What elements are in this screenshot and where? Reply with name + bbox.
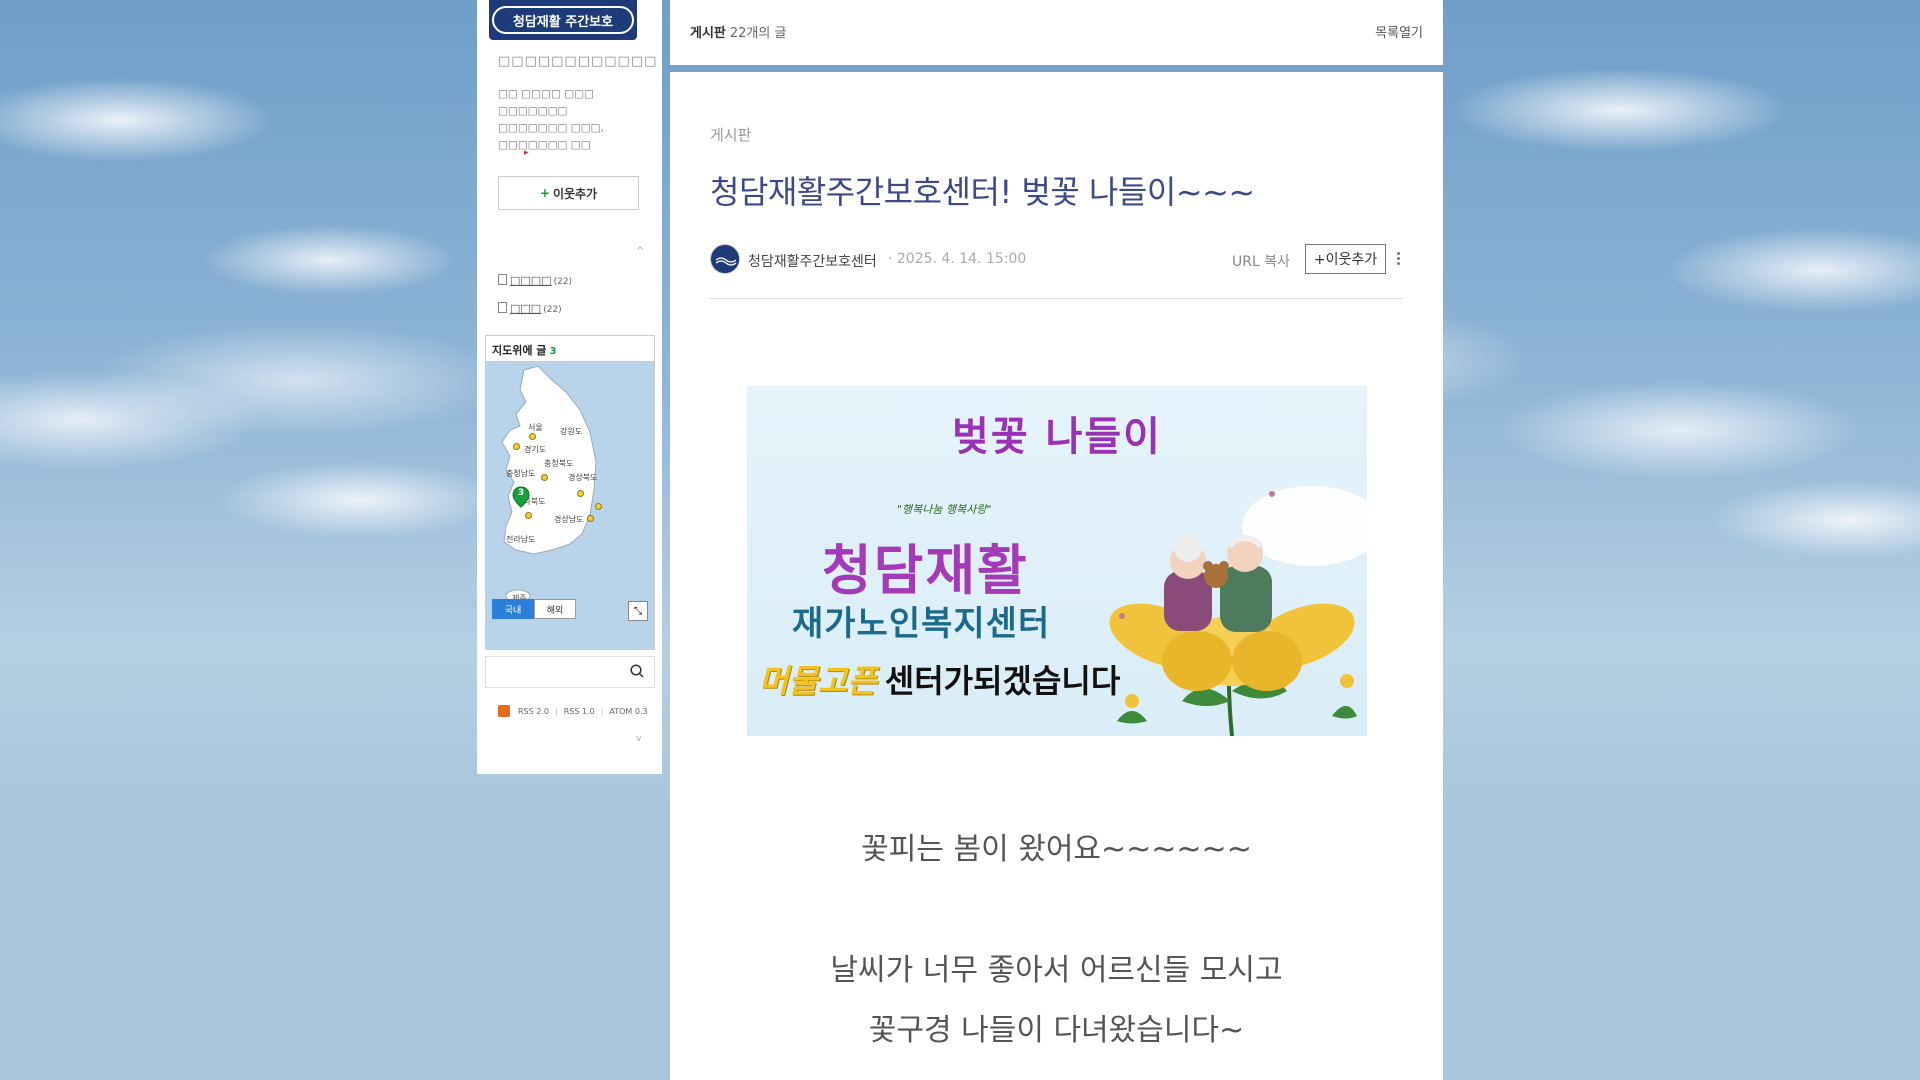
map-label: 경상남도 [554,515,584,524]
post-banner-image: 벚꽃 나들이 "행복나눔 행복사랑" 청담재활 재가노인복지센터 머물고픈 센터가… [747,386,1367,736]
map-label: 경상북도 [568,473,598,482]
category-label: □□□ [510,302,542,315]
blog-title: □□□□□□□□□□□□ [498,54,658,69]
rss1-link[interactable]: RSS 1.0 [564,707,595,716]
doc-icon [498,302,507,313]
rss-links: RSS 2.0 | RSS 1.0 | ATOM 0.3 [498,705,648,717]
board-name[interactable]: 게시판 [690,26,726,41]
post-count: 22개의 글 [729,26,787,41]
banner-tagline: 머물고픈 센터가되겠습니다 [759,656,1120,702]
map-label: 강원도 [560,427,583,436]
atom-link[interactable]: ATOM 0.3 [609,707,647,716]
map-label: 충청남도 [506,469,536,478]
divider [710,298,1403,299]
map-title-text: 지도위에 글 [492,344,547,357]
rss2-link[interactable]: RSS 2.0 [518,707,549,716]
banner-highlight: 머물고픈 [759,662,877,700]
map-label: 충청북도 [544,459,574,468]
post-paragraph: 꽃구경 나들이 다녀왔습니다~ [868,1013,1245,1048]
board-info: 게시판 22개의 글 [690,22,786,41]
blog-logo[interactable]: 청담재활 주간보호 [489,0,637,40]
map-widget: 지도위에 글3 서울 강원도 경기도 충청북도 충청남도 경상북도 전라북도 경… [485,335,655,650]
post-title: 청담재활주간보호센터! 벚꽃 나들이~~~ [710,173,1255,211]
map-label: 전라남도 [506,535,536,544]
blog-search-input[interactable] [485,656,655,688]
tab-overseas[interactable]: 해외 [534,599,576,619]
url-copy-button[interactable]: URL 복사 [1232,251,1290,271]
avatar-logo-icon [712,246,739,273]
banner-subtitle: 재가노인복지센터 [792,604,1051,644]
post-category[interactable]: 게시판 [710,124,751,145]
banner-slogan: "행복나눔 행복사랑" [897,503,992,516]
avatar[interactable] [710,244,740,274]
add-neighbor-button[interactable]: + 이웃추가 [498,176,639,210]
map-marker[interactable] [529,433,536,440]
category-item[interactable]: □□□□ (22) [498,274,572,287]
open-list-button[interactable]: 목록열기 [1375,22,1423,41]
category-item[interactable]: □□□ (22) [498,302,562,315]
map-post-count: 3 [549,346,557,357]
map-marker[interactable] [577,490,584,497]
banner-title: 벚꽃 나들이 [952,414,1162,460]
map-label: 경기도 [524,445,547,454]
add-neighbor-button-post[interactable]: +이웃추가 [1305,244,1386,274]
collapse-caret-icon[interactable]: ^ [636,246,644,257]
couple-flower-illustration [1109,486,1367,736]
banner-tagline-tail: 센터가되겠습니다 [884,662,1121,700]
doc-icon [498,274,507,285]
category-label: □□□□ [510,274,552,287]
category-count: (22) [553,277,573,287]
author-name[interactable]: 청담재활주간보호센터 [748,251,877,271]
more-options-icon[interactable] [1395,250,1401,268]
map-tabs: 국내 해외 [492,599,576,619]
new-indicator-icon: ▸ [524,148,529,158]
map-marker[interactable] [587,515,594,522]
post-body: 게시판 청담재활주간보호센터! 벚꽃 나들이~~~ 청담재활주간보호센터 · 2… [670,72,1443,1080]
logo-text: 청담재활 주간보호 [492,6,634,34]
map-marker[interactable] [595,503,602,510]
map-widget-title: 지도위에 글3 [492,342,556,358]
expand-caret-icon[interactable]: v [636,734,641,744]
rss-icon [498,705,510,717]
tab-domestic[interactable]: 국내 [492,599,534,619]
blog-description: □□ □□□□ □□□ □□□□□□□ □□□□□□□ □□□, □□□□□□□… [498,88,604,151]
author-row: 청담재활주간보호센터 · 2025. 4. 14. 15:00 URL 복사 +… [710,244,1403,274]
plus-icon: + [539,186,550,200]
search-icon[interactable] [630,664,644,678]
blog-sidebar: 청담재활 주간보호 □□□□□□□□□□□□ □□ □□□□ □□□ □□□□□… [477,0,662,774]
map-label: 서울 [528,423,543,432]
map-expand-icon[interactable]: ⤡ [628,601,648,621]
post-paragraph: 날씨가 너무 좋아서 어르신들 모시고 [830,953,1283,988]
map-marker[interactable] [513,443,520,450]
post-paragraph: 꽃피는 봄이 왔어요~~~~~~ [861,832,1252,867]
banner-center-name: 청담재활 [822,539,1029,602]
map-pin-count: 3 [517,488,525,498]
category-count: (22) [543,305,562,315]
add-neighbor-label: 이웃추가 [552,186,598,201]
post-date: · 2025. 4. 14. 15:00 [888,251,1027,267]
map-marker[interactable] [541,474,548,481]
map-marker[interactable] [525,512,532,519]
post-list-bar: 게시판 22개의 글 목록열기 [670,0,1443,65]
